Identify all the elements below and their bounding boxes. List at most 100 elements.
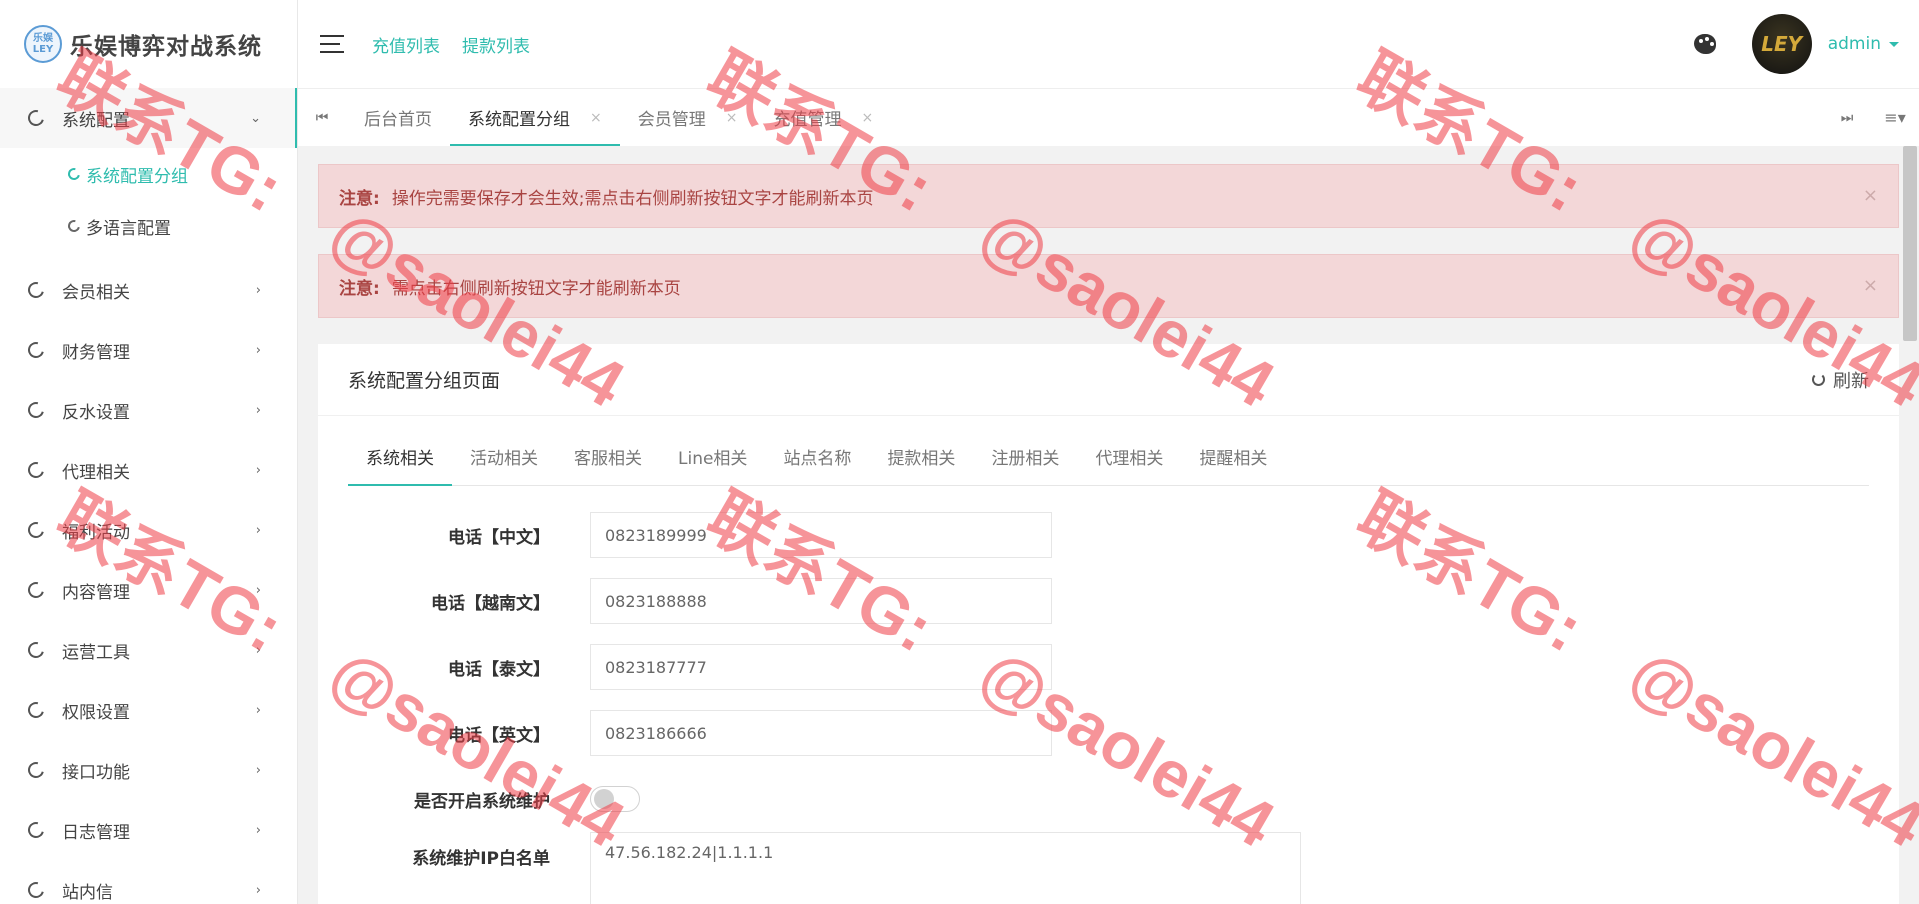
submenu-item-label: 系统配置分组 xyxy=(86,166,188,187)
sidebar-item-finance[interactable]: 财务管理 › xyxy=(0,320,297,380)
sidebar-item-rebate[interactable]: 反水设置 › xyxy=(0,380,297,440)
page-tabs-bar: ⏮ 后台首页 系统配置分组 × 会员管理 × 充值管理 × ⏭ ≡▾ xyxy=(298,88,1919,146)
sidebar-item-content[interactable]: 内容管理 › xyxy=(0,560,297,620)
loading-circle-icon xyxy=(25,399,47,421)
sidebar-item-permissions[interactable]: 权限设置 › xyxy=(0,680,297,740)
header-user-area: LEY admin xyxy=(1693,14,1919,74)
tab-home[interactable]: 后台首页 xyxy=(346,89,450,146)
loading-circle-icon xyxy=(25,579,47,601)
form-row-maintenance: 是否开启系统维护 xyxy=(318,766,1899,832)
palette-icon[interactable] xyxy=(1693,34,1716,54)
user-menu[interactable]: admin xyxy=(1828,34,1881,54)
submenu-item-config-group[interactable]: 系统配置分组 xyxy=(0,148,297,200)
alert-title: 注意: xyxy=(339,278,380,299)
alert-text: 需点击右侧刷新按钮文字才能刷新本页 xyxy=(391,278,681,299)
close-icon[interactable]: × xyxy=(1863,275,1878,296)
brand-logo[interactable]: 乐娱 LEY 乐娱博弈对战系统 xyxy=(0,0,297,88)
submenu-item-label: 多语言配置 xyxy=(86,218,171,239)
sidebar-item-logs[interactable]: 日志管理 › xyxy=(0,800,297,860)
top-header: 充值列表 提款列表 LEY admin xyxy=(298,0,1919,88)
tabs-right-controls: ⏭ ≡▾ xyxy=(1823,89,1919,146)
alert-notice: 注意: 需点击右侧刷新按钮文字才能刷新本页 × xyxy=(318,254,1899,318)
sidebar-item-ops-tools[interactable]: 运营工具 › xyxy=(0,620,297,680)
sidebar-item-label: 系统配置 xyxy=(62,110,130,131)
field-label: 电话【泰文】 xyxy=(448,659,550,680)
alert-notice: 注意: 操作完需要保存才会生效;需点击右侧刷新按钮文字才能刷新本页 × xyxy=(318,164,1899,228)
hamburger-menu-icon[interactable] xyxy=(320,35,344,53)
loading-circle-icon xyxy=(25,107,47,129)
tabs-menu-icon[interactable]: ≡▾ xyxy=(1871,108,1919,127)
form-row-phone-vn: 电话【越南文】 xyxy=(318,568,1899,634)
sidebar-item-label: 运营工具 xyxy=(62,642,130,663)
tab-deposit-management[interactable]: 充值管理 × xyxy=(755,89,891,146)
logo-icon: 乐娱 LEY xyxy=(24,25,62,63)
chevron-right-icon: › xyxy=(255,402,261,418)
tab-member-management[interactable]: 会员管理 × xyxy=(620,89,756,146)
field-label: 电话【中文】 xyxy=(448,527,550,548)
chevron-right-icon: › xyxy=(255,882,261,898)
sidebar-item-api[interactable]: 接口功能 › xyxy=(0,740,297,800)
avatar[interactable]: LEY xyxy=(1751,14,1812,74)
loading-circle-icon xyxy=(65,217,83,235)
sidebar: 乐娱 LEY 乐娱博弈对战系统 系统配置 ⌄ 系统配置分组 多语言配置 会员相关… xyxy=(0,0,298,904)
panel-title: 系统配置分组页面 xyxy=(348,370,501,392)
submenu-item-language-config[interactable]: 多语言配置 xyxy=(0,200,297,252)
sidebar-item-label: 代理相关 xyxy=(62,462,130,483)
phone-cn-field[interactable] xyxy=(590,512,1052,558)
chevron-right-icon: › xyxy=(255,642,261,658)
loading-circle-icon xyxy=(25,699,47,721)
sub-tab-reminder[interactable]: 提醒相关 xyxy=(1181,428,1285,485)
tab-label: 后台首页 xyxy=(364,110,432,130)
caret-down-icon[interactable] xyxy=(1889,41,1899,47)
form-row-phone-cn: 电话【中文】 xyxy=(318,502,1899,568)
refresh-label: 刷新 xyxy=(1833,370,1869,392)
phone-th-field[interactable] xyxy=(590,644,1052,690)
close-icon[interactable]: × xyxy=(590,110,602,126)
sidebar-item-messages[interactable]: 站内信 › xyxy=(0,860,297,904)
sub-tab-withdraw[interactable]: 提款相关 xyxy=(869,428,973,485)
close-icon[interactable]: × xyxy=(861,110,873,126)
phone-en-field[interactable] xyxy=(590,710,1052,756)
sub-tab-system[interactable]: 系统相关 xyxy=(348,428,452,486)
tab-label: 会员管理 xyxy=(637,110,706,130)
refresh-icon xyxy=(1812,373,1825,386)
top-link-withdraw-list[interactable]: 提款列表 xyxy=(462,32,530,57)
chevron-right-icon: › xyxy=(255,282,261,298)
ip-whitelist-textarea[interactable]: 47.56.182.24|1.1.1.1 xyxy=(590,832,1301,904)
main-content: 注意: 操作完需要保存才会生效;需点击右侧刷新按钮文字才能刷新本页 × 注意: … xyxy=(318,164,1899,904)
maintenance-toggle[interactable] xyxy=(590,786,640,812)
sidebar-item-promotions[interactable]: 福利活动 › xyxy=(0,500,297,560)
sub-tab-agent[interactable]: 代理相关 xyxy=(1077,428,1181,485)
chevron-right-icon: › xyxy=(255,762,261,778)
field-label: 系统维护IP白名单 xyxy=(412,849,550,869)
sub-tab-site-name[interactable]: 站点名称 xyxy=(765,428,869,485)
sidebar-item-members[interactable]: 会员相关 › xyxy=(0,260,297,320)
scrollbar[interactable] xyxy=(1903,146,1917,341)
sidebar-item-label: 会员相关 xyxy=(62,282,130,303)
chevron-right-icon: › xyxy=(255,582,261,598)
tab-config-group[interactable]: 系统配置分组 × xyxy=(450,89,620,146)
field-label: 是否开启系统维护 xyxy=(414,791,550,812)
sidebar-item-label: 财务管理 xyxy=(62,342,130,363)
loading-circle-icon xyxy=(65,165,83,183)
config-panel: 系统配置分组页面 刷新 系统相关 活动相关 客服相关 Line相关 站点名称 提… xyxy=(318,344,1899,904)
panel-header: 系统配置分组页面 刷新 xyxy=(318,344,1899,416)
sub-tab-activity[interactable]: 活动相关 xyxy=(452,428,556,485)
close-icon[interactable]: × xyxy=(726,110,738,126)
sub-tab-customer-service[interactable]: 客服相关 xyxy=(556,428,660,485)
form-row-ip-whitelist: 系统维护IP白名单 47.56.182.24|1.1.1.1 xyxy=(318,832,1899,904)
top-link-deposit-list[interactable]: 充值列表 xyxy=(372,32,440,57)
phone-vn-field[interactable] xyxy=(590,578,1052,624)
sub-tab-line[interactable]: Line相关 xyxy=(660,428,765,485)
config-sub-tabs: 系统相关 活动相关 客服相关 Line相关 站点名称 提款相关 注册相关 代理相… xyxy=(348,428,1869,486)
loading-circle-icon xyxy=(25,279,47,301)
tabs-prev-icon[interactable]: ⏮ xyxy=(298,89,346,146)
sidebar-item-agents[interactable]: 代理相关 › xyxy=(0,440,297,500)
tabs-next-icon[interactable]: ⏭ xyxy=(1823,110,1871,126)
refresh-button[interactable]: 刷新 xyxy=(1812,367,1869,393)
close-icon[interactable]: × xyxy=(1863,185,1878,206)
sidebar-item-system-config[interactable]: 系统配置 ⌄ xyxy=(0,88,297,148)
loading-circle-icon xyxy=(25,459,47,481)
sub-tab-register[interactable]: 注册相关 xyxy=(973,428,1077,485)
loading-circle-icon xyxy=(25,519,47,541)
